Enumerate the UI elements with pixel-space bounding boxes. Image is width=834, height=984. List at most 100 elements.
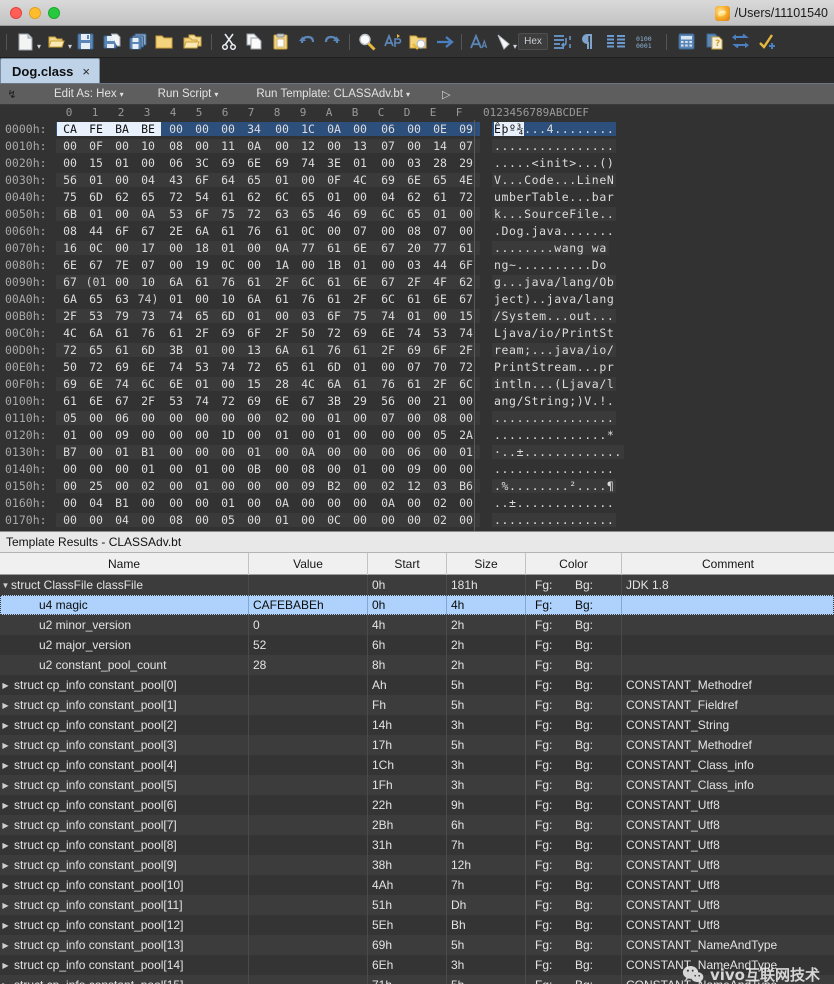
hex-byte[interactable]: 69 — [215, 156, 241, 170]
table-row[interactable]: ▶ struct cp_info constant_pool[12] 5Eh Bh Fg… — [0, 915, 834, 935]
hex-byte[interactable]: 61 — [427, 190, 453, 204]
hex-byte[interactable]: 76 — [321, 343, 347, 357]
hex-byte[interactable]: 0C — [295, 224, 321, 238]
cell-value[interactable] — [249, 915, 368, 935]
cell-value[interactable] — [249, 695, 368, 715]
ascii-text[interactable]: Ljava/io/PrintSt — [492, 326, 616, 340]
hex-byte[interactable]: 01 — [269, 513, 295, 527]
binary-icon[interactable]: 0100 0001 — [632, 29, 662, 55]
hex-byte[interactable]: 00 — [241, 496, 267, 510]
hex-byte[interactable]: 61 — [241, 275, 267, 289]
hex-byte[interactable]: 00 — [269, 309, 295, 323]
hex-byte[interactable]: 6E — [163, 377, 189, 391]
cell-value[interactable] — [249, 815, 368, 835]
hex-byte[interactable]: 2F — [375, 343, 401, 357]
cell-name[interactable]: ▶ struct cp_info constant_pool[5] — [0, 775, 249, 795]
hex-byte[interactable]: 01 — [241, 445, 267, 459]
hex-byte[interactable]: 74 — [453, 326, 479, 340]
hex-byte[interactable]: 01 — [135, 462, 161, 476]
hex-byte[interactable]: 6D — [83, 190, 109, 204]
hex-byte[interactable]: B1 — [109, 496, 135, 510]
hex-byte[interactable]: 07 — [375, 139, 401, 153]
hex-byte[interactable]: 01 — [321, 428, 347, 442]
hex-byte[interactable]: 00 — [57, 513, 83, 527]
hex-byte[interactable]: 74 — [163, 309, 189, 323]
hex-byte[interactable]: 00 — [347, 479, 373, 493]
hex-byte[interactable]: 00 — [401, 122, 427, 136]
hex-byte[interactable]: 67 — [375, 241, 401, 255]
hex-byte[interactable]: 07 — [347, 224, 373, 238]
hex-byte[interactable]: 00 — [401, 428, 427, 442]
hex-byte[interactable]: 00 — [163, 122, 189, 136]
color-fg-label[interactable]: Fg: — [530, 858, 572, 872]
hex-byte[interactable]: 53 — [83, 309, 109, 323]
cell-color[interactable]: Fg:Bg: — [526, 615, 622, 635]
cell-name[interactable]: ▼ struct ClassFile classFile — [0, 575, 249, 595]
cell-color[interactable]: Fg:Bg: — [526, 915, 622, 935]
hex-byte[interactable]: 69 — [241, 394, 267, 408]
cell-color[interactable]: Fg:Bg: — [526, 635, 622, 655]
hex-byte[interactable]: 61 — [347, 377, 373, 391]
hex-byte[interactable]: 44 — [83, 224, 109, 238]
new-file-icon[interactable]: ▾ — [11, 29, 41, 55]
hex-byte[interactable]: 07 — [375, 411, 401, 425]
hex-byte[interactable]: 06 — [401, 445, 427, 459]
hex-byte[interactable]: 6F — [427, 343, 453, 357]
cell-name[interactable]: ▶ struct cp_info constant_pool[3] — [0, 735, 249, 755]
cell-value[interactable] — [249, 715, 368, 735]
hex-byte[interactable]: 00 — [163, 428, 189, 442]
hex-byte[interactable]: 17 — [135, 241, 161, 255]
hex-byte[interactable]: 00 — [135, 156, 161, 170]
hex-byte[interactable]: 65 — [295, 190, 321, 204]
cell-name[interactable]: ▶ struct cp_info constant_pool[7] — [0, 815, 249, 835]
column-header-start[interactable]: Start — [368, 553, 447, 575]
edit-as-dropdown[interactable]: Edit As: Hex ▾ — [48, 88, 130, 100]
hex-byte[interactable]: 00 — [215, 122, 241, 136]
hex-byte[interactable]: 00 — [347, 411, 373, 425]
close-window-button[interactable] — [10, 6, 22, 19]
hex-byte[interactable]: 6A — [269, 343, 295, 357]
hex-byte[interactable]: 18 — [189, 241, 215, 255]
color-fg-label[interactable]: Fg: — [530, 678, 572, 692]
cell-color[interactable]: Fg:Bg: — [526, 935, 622, 955]
hex-byte[interactable]: 02 — [375, 479, 401, 493]
color-bg-label[interactable]: Bg: — [572, 798, 593, 812]
hex-byte[interactable]: 01 — [347, 156, 373, 170]
hex-byte[interactable]: 01 — [401, 309, 427, 323]
hex-byte[interactable]: 00 — [347, 445, 373, 459]
ascii-text[interactable]: V...Code...LineN — [492, 172, 617, 187]
cell-comment[interactable]: CONSTANT_Methodref — [622, 675, 834, 695]
traffic-light-buttons[interactable] — [0, 6, 60, 19]
hex-byte[interactable]: 0C — [83, 241, 109, 255]
hex-row[interactable]: 0070h: 16 0C 00 17 00 18 01 00 0A 77 61 6E 67 20 77 61..… — [0, 239, 834, 256]
hex-byte[interactable]: 61 — [401, 377, 427, 391]
expand-arrow-icon[interactable]: ▶ — [0, 681, 11, 690]
hex-byte[interactable]: 53 — [189, 360, 215, 374]
cell-color[interactable]: Fg:Bg: — [526, 655, 622, 675]
hex-byte[interactable]: 61 — [321, 275, 347, 289]
hex-row[interactable]: 0150h: 00 25 00 02 00 01 00 00 00 09 B2 00 02 12 03 B6.%… — [0, 477, 834, 494]
hex-byte[interactable]: 01 — [83, 207, 109, 221]
cell-name[interactable]: u2 constant_pool_count — [0, 655, 249, 675]
hex-byte[interactable]: FE — [83, 121, 109, 136]
hex-byte[interactable]: 6C — [295, 275, 321, 289]
color-fg-label[interactable]: Fg: — [530, 698, 572, 712]
color-fg-label[interactable]: Fg: — [530, 778, 572, 792]
hex-byte[interactable]: 00 — [321, 445, 347, 459]
hex-byte[interactable]: 0A — [269, 496, 295, 510]
hex-byte[interactable]: 67 — [135, 224, 161, 238]
template-results-table[interactable]: Name Value Start Size Color Comment ▼ str… — [0, 553, 834, 984]
hex-byte[interactable]: 3E — [321, 156, 347, 170]
hex-byte[interactable]: 08 — [163, 513, 189, 527]
hex-byte[interactable]: 67 — [109, 394, 135, 408]
hex-byte[interactable]: 65 — [295, 207, 321, 221]
hex-byte[interactable]: 03 — [401, 258, 427, 272]
hex-row-bytes[interactable]: 56 01 00 04 43 6F 64 65 01 00 0F 4C 69 6E 65 4E — [56, 172, 480, 187]
hex-byte[interactable]: 75 — [57, 190, 83, 204]
hex-byte[interactable] — [83, 530, 109, 532]
ascii-text[interactable]: .....<init>...() — [492, 156, 616, 170]
cell-value[interactable] — [249, 975, 368, 984]
hex-byte[interactable]: 00 — [163, 445, 189, 459]
hex-byte[interactable]: 74 — [295, 156, 321, 170]
hex-byte[interactable]: 11 — [215, 139, 241, 153]
